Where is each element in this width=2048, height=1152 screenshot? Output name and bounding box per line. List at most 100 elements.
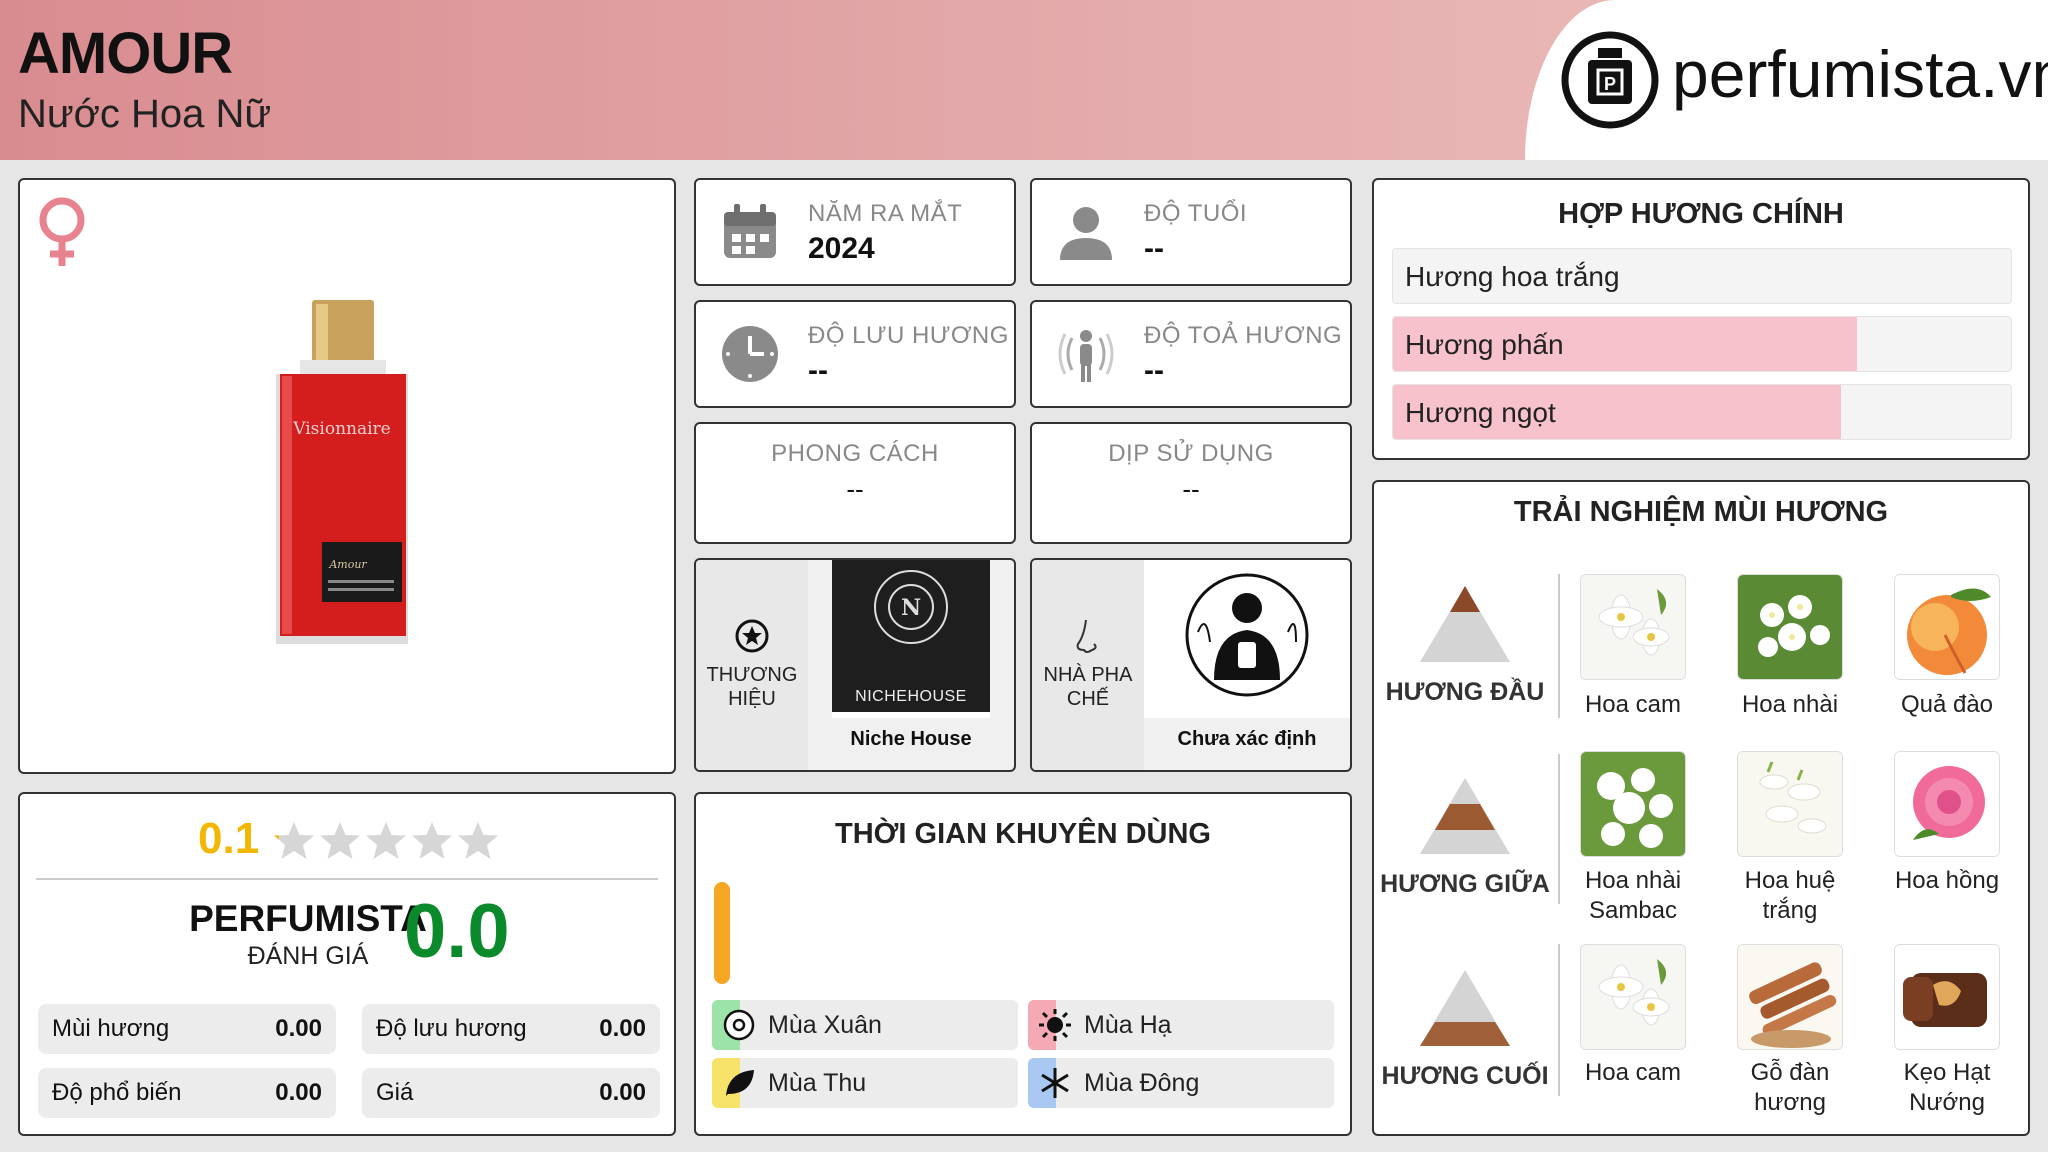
star-rating[interactable]	[274, 818, 514, 862]
score-row-scent: Mùi hương 0.00	[38, 1004, 336, 1054]
accord-sweet: Hương ngọt	[1392, 384, 2012, 440]
pyramid-base-icon	[1420, 970, 1510, 1046]
sillage-card: ĐỘ TOẢ HƯƠNG --	[1030, 300, 1352, 408]
rating-card: 0.1 PERFUMISTA ĐÁNH GIÁ 0.0 Mùi hương 0.0…	[18, 792, 676, 1136]
note-image-orange-blossom-base[interactable]	[1580, 944, 1686, 1050]
nose-icon	[1076, 619, 1097, 653]
note-top-2: Hoa nhài	[1741, 691, 1839, 718]
pyramid-top-icon	[1420, 586, 1510, 662]
perfumer-card[interactable]: NHÀ PHA CHẾ Chưa xác định	[1030, 558, 1352, 772]
person-icon	[1060, 207, 1112, 260]
note-image-rose[interactable]	[1894, 751, 2000, 857]
note-base-2: Gỗ đàn hương	[1750, 1059, 1830, 1116]
clock-icon	[722, 326, 778, 382]
note-image-peach[interactable]	[1894, 574, 2000, 680]
occasion-card: DỊP SỬ DỤNG --	[1030, 422, 1352, 544]
bottle-label-text: Visionnaire	[292, 419, 390, 439]
release-year-label: NĂM RA MẮT	[808, 200, 963, 227]
star-2	[320, 822, 360, 859]
sun-icon	[1039, 1009, 1071, 1041]
usage-title: THỜI GIAN KHUYÊN DÙNG	[835, 818, 1211, 850]
star-1	[274, 822, 314, 859]
note-middle-1: Hoa nhài Sambac	[1584, 867, 1682, 924]
season-spring: Mùa Xuân	[712, 1000, 1018, 1050]
accords-title: HỢP HƯƠNG CHÍNH	[1558, 198, 1844, 230]
accord-white-floral: Hương hoa trắng	[1392, 248, 2012, 304]
occasion-value: --	[1182, 474, 1200, 504]
perfumista-score: 0.0	[404, 889, 510, 974]
style-label: PHONG CÁCH	[771, 440, 939, 467]
style-card: PHONG CÁCH --	[694, 422, 1016, 544]
rating-divider	[36, 878, 658, 880]
age-label: ĐỘ TUỔI	[1144, 200, 1248, 227]
note-base-3: Kẹo Hạt Nướng	[1903, 1059, 1991, 1116]
note-middle-3: Hoa hồng	[1894, 867, 2000, 894]
brand-label-2: HIỆU	[728, 688, 776, 710]
note-image-orange-blossom[interactable]	[1580, 574, 1686, 680]
note-middle-2: Hoa huệ trắng	[1744, 867, 1836, 924]
season-autumn: Mùa Thu	[712, 1058, 1018, 1108]
product-image-card: Visionnaire Amour	[18, 178, 676, 774]
star-4	[412, 822, 452, 859]
accord-powdery: Hương phấn	[1392, 316, 2012, 372]
star-3	[366, 822, 406, 859]
sillage-value: --	[1144, 354, 1164, 387]
sillage-icon	[1058, 330, 1114, 382]
logo-text: perfumista.vn	[1672, 37, 2048, 111]
perfume-bottle-image: Visionnaire Amour	[276, 300, 408, 644]
score-row-popularity: Độ phổ biến 0.00	[38, 1068, 336, 1118]
sillage-label: ĐỘ TOẢ HƯƠNG	[1144, 322, 1343, 349]
leaf-icon	[726, 1070, 754, 1096]
perfume-subtitle: Nước Hoa Nữ	[18, 92, 272, 136]
female-icon	[39, 197, 85, 266]
note-top-1: Hoa cam	[1584, 691, 1682, 718]
note-top-3: Quả đào	[1900, 691, 1994, 718]
perfumer-portrait	[1144, 560, 1350, 718]
star-badge-icon	[735, 619, 769, 653]
longevity-label: ĐỘ LƯU HƯƠNG	[808, 322, 1009, 349]
brand-logo-image: N NICHEHOUSE	[832, 560, 990, 718]
bottle-plate-text: Amour	[328, 558, 367, 571]
occasion-label: DỊP SỬ DỤNG	[1108, 440, 1274, 467]
note-image-jasmine-sambac[interactable]	[1580, 751, 1686, 857]
note-base-1: Hoa cam	[1584, 1059, 1682, 1086]
star-5	[458, 822, 498, 859]
age-card: ĐỘ TUỔI --	[1030, 178, 1352, 286]
note-image-sandalwood[interactable]	[1737, 944, 1843, 1050]
perfumista-sub: ĐÁNH GIÁ	[247, 942, 369, 970]
perfumista-label: PERFUMISTA	[189, 898, 427, 939]
brand-name[interactable]: Niche House	[808, 728, 1014, 751]
brand-card[interactable]: THƯƠNG HIỆU N NICHEHOUSE Niche House	[694, 558, 1016, 772]
style-value: --	[846, 474, 864, 504]
longevity-card: ĐỘ LƯU HƯƠNG --	[694, 300, 1016, 408]
perfumer-label-1: NHÀ PHA	[1043, 664, 1133, 686]
flower-icon	[723, 1009, 755, 1041]
pyramid-middle-icon	[1420, 778, 1510, 854]
usage-time-bar	[714, 882, 730, 984]
score-row-longevity: Độ lưu hương 0.00	[362, 1004, 660, 1054]
brand-label-1: THƯƠNG	[706, 664, 798, 686]
snowflake-icon	[1041, 1068, 1069, 1098]
perfumer-name[interactable]: Chưa xác định	[1144, 728, 1350, 751]
note-image-jasmine[interactable]	[1737, 574, 1843, 680]
perfumer-label-2: CHẾ	[1066, 688, 1110, 710]
score-row-price: Giá 0.00	[362, 1068, 660, 1118]
stars-svg	[274, 822, 498, 859]
longevity-value: --	[808, 354, 828, 387]
release-year-card: NĂM RA MẮT 2024	[694, 178, 1016, 286]
top-notes-label: HƯƠNG ĐẦU	[1385, 678, 1545, 706]
perfume-title: AMOUR	[18, 21, 233, 86]
usage-card: THỜI GIAN KHUYÊN DÙNG Mùa Xuân Mùa Hạ Mù…	[694, 792, 1352, 1136]
release-year-value: 2024	[808, 232, 875, 265]
base-notes-label: HƯƠNG CUỐI	[1381, 1062, 1549, 1090]
svg-text:P: P	[1604, 74, 1616, 94]
age-value: --	[1144, 232, 1164, 265]
svg-text:N: N	[901, 595, 921, 621]
middle-notes-label: HƯƠNG GIỮA	[1380, 870, 1550, 898]
note-image-tuberose[interactable]	[1737, 751, 1843, 857]
brand-logo-word: NICHEHOUSE	[855, 688, 967, 705]
notes-title: TRẢI NGHIỆM MÙI HƯƠNG	[1513, 496, 1889, 528]
note-image-praline[interactable]	[1894, 944, 2000, 1050]
calendar-icon	[724, 204, 776, 258]
user-score: 0.1	[198, 814, 260, 863]
